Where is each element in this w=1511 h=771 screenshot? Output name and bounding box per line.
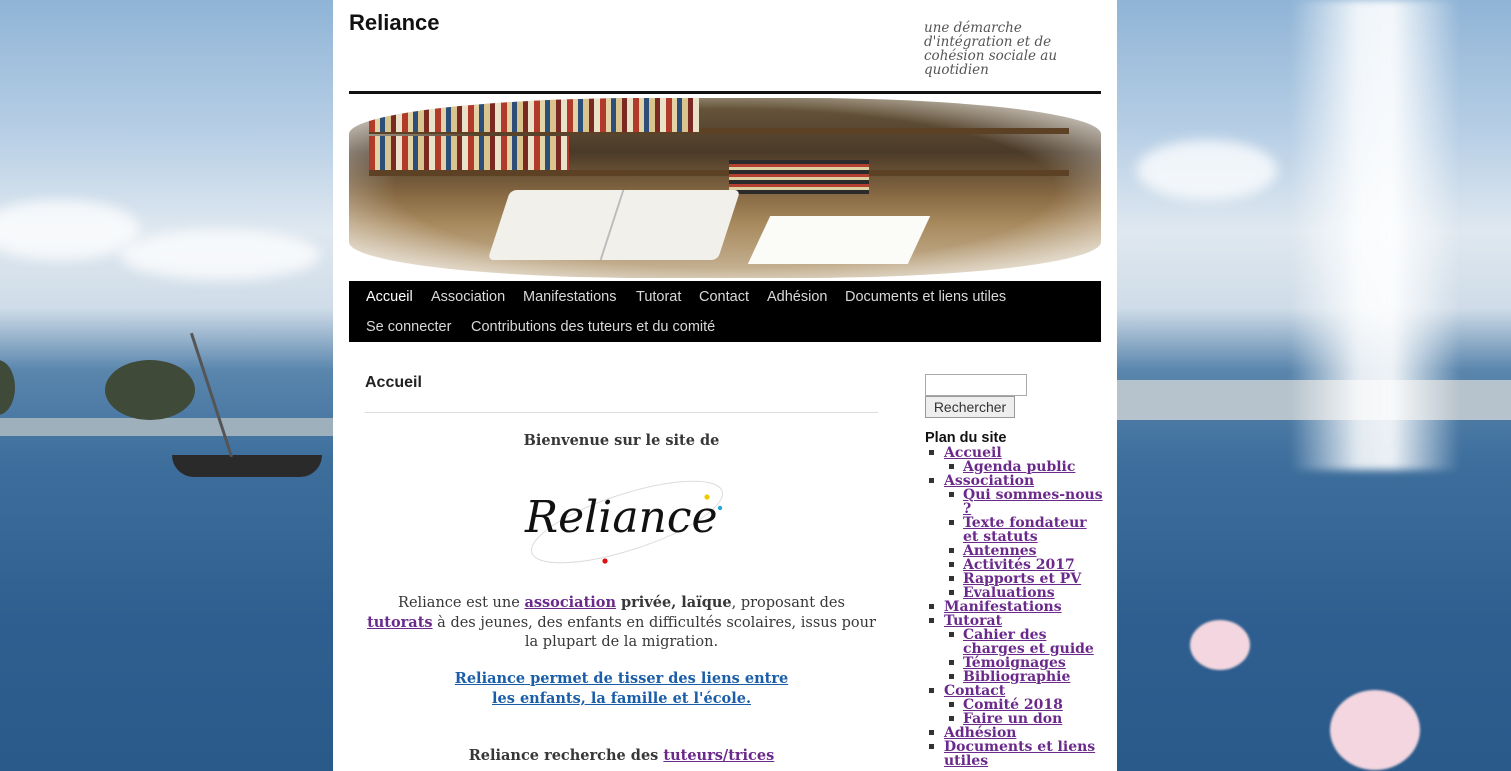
sitemap-documents-cont[interactable]: utiles: [944, 754, 988, 768]
list-bullet: [949, 464, 954, 469]
list-bullet: [949, 632, 954, 637]
nav-item-association[interactable]: Association: [431, 289, 505, 305]
sitemap-accueil[interactable]: Accueil: [944, 446, 1002, 460]
list-bullet: [929, 450, 934, 455]
sitemap-title: Plan du site: [925, 430, 1007, 446]
intro-bold: privée, laïque: [615, 594, 732, 611]
sitemap-qui-sommes-nous[interactable]: Qui sommes-nous: [963, 488, 1103, 502]
nav-item-tutorat[interactable]: Tutorat: [636, 289, 681, 305]
sitemap-evaluations[interactable]: Evaluations: [963, 586, 1055, 600]
tuteurs-link[interactable]: tuteurs/trices: [663, 747, 774, 764]
tagline: Reliance permet de tisser des liens entr…: [365, 669, 878, 709]
sitemap-qui-sommes-nous-cont[interactable]: ?: [963, 502, 971, 516]
background-lake-left: [0, 0, 333, 771]
recruit-label: Reliance recherche des: [468, 747, 664, 764]
sitemap-tutorat[interactable]: Tutorat: [944, 614, 1002, 628]
list-bullet: [949, 576, 954, 581]
list-bullet: [949, 492, 954, 497]
intro-text-2: , proposant des: [731, 595, 845, 611]
sitemap-don[interactable]: Faire un don: [963, 712, 1062, 726]
sitemap-temoignages[interactable]: Témoignages: [963, 656, 1066, 670]
sitemap-cahier-cont[interactable]: charges et guide: [963, 642, 1094, 656]
intro-text-1: Reliance est une: [398, 595, 525, 611]
sitemap-texte-fondateur[interactable]: Texte fondateur: [963, 516, 1087, 530]
search-button[interactable]: Rechercher: [925, 396, 1015, 418]
nav-item-login[interactable]: Se connecter: [366, 319, 451, 335]
nav-item-contact[interactable]: Contact: [699, 289, 749, 305]
intro-text-3: à des jeunes, des enfants en difficultés…: [432, 615, 876, 650]
nav-item-contributions[interactable]: Contributions des tuteurs et du comité: [471, 319, 715, 335]
sitemap-comite[interactable]: Comité 2018: [963, 698, 1063, 712]
list-bullet: [949, 590, 954, 595]
main-navigation: Accueil Association Manifestations Tutor…: [349, 281, 1101, 342]
logo-text: Reliance: [524, 492, 718, 543]
sitemap-association[interactable]: Association: [944, 474, 1034, 488]
header-divider: [349, 91, 1101, 94]
tagline-link-line1[interactable]: Reliance permet de tisser des liens entr…: [455, 670, 788, 687]
sitemap-agenda[interactable]: Agenda public: [963, 460, 1075, 474]
association-link[interactable]: association: [524, 594, 616, 611]
list-bullet: [949, 520, 954, 525]
intro-paragraph: Reliance est une association privée, laï…: [365, 593, 878, 652]
sitemap-documents[interactable]: Documents et liens: [944, 740, 1095, 754]
list-bullet: [949, 674, 954, 679]
list-bullet: [949, 716, 954, 721]
tutorats-link[interactable]: tutorats: [367, 614, 433, 631]
search-input[interactable]: [925, 374, 1027, 396]
header-banner-image: [349, 98, 1101, 278]
nav-item-accueil[interactable]: Accueil: [366, 289, 413, 305]
sitemap-bibliographie[interactable]: Bibliographie: [963, 670, 1070, 684]
list-bullet: [929, 618, 934, 623]
sitemap-texte-fondateur-cont[interactable]: et statuts: [963, 530, 1038, 544]
water-jet: [1290, 0, 1460, 470]
title-divider: [365, 412, 878, 413]
nav-item-adhesion[interactable]: Adhésion: [767, 289, 827, 305]
list-bullet: [949, 548, 954, 553]
list-bullet: [949, 562, 954, 567]
nav-item-manifestations[interactable]: Manifestations: [523, 289, 617, 305]
flower-image: [1190, 620, 1250, 670]
sitemap-manifestations[interactable]: Manifestations: [944, 600, 1062, 614]
sitemap-contact[interactable]: Contact: [944, 684, 1005, 698]
site-title[interactable]: Reliance: [349, 10, 440, 36]
list-bullet: [929, 478, 934, 483]
nav-item-documents[interactable]: Documents et liens utiles: [845, 289, 1006, 305]
list-bullet: [929, 688, 934, 693]
sitemap-activites[interactable]: Activités 2017: [963, 558, 1075, 572]
flower-image: [1330, 690, 1420, 770]
reliance-logo: Reliance: [524, 480, 723, 564]
sitemap-antennes[interactable]: Antennes: [963, 544, 1037, 558]
list-bullet: [949, 660, 954, 665]
list-bullet: [949, 702, 954, 707]
list-bullet: [929, 730, 934, 735]
page-container: Reliance une démarche d'intégration et d…: [333, 0, 1117, 771]
sitemap-rapports[interactable]: Rapports et PV: [963, 572, 1081, 586]
sitemap-cahier[interactable]: Cahier des: [963, 628, 1046, 642]
site-description: une démarche d'intégration et de cohésio…: [924, 20, 1058, 78]
tagline-link-line2[interactable]: les enfants, la famille et l'école.: [492, 690, 751, 707]
welcome-text: Bienvenue sur le site de: [523, 432, 720, 449]
recruit-text: Reliance recherche des tuteurs/trices: [365, 747, 878, 764]
page-title: Accueil: [365, 374, 422, 391]
list-bullet: [929, 744, 934, 749]
sitemap-adhesion[interactable]: Adhésion: [944, 726, 1016, 740]
list-bullet: [929, 604, 934, 609]
